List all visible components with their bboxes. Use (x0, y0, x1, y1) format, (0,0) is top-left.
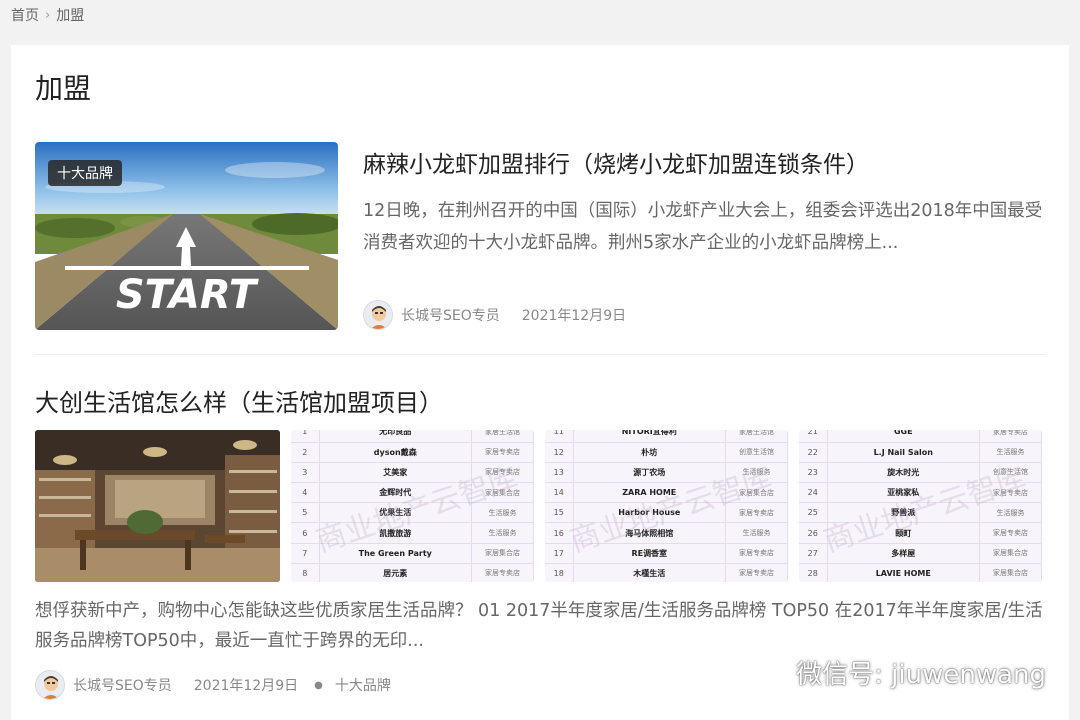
separator-dot: ● (314, 680, 323, 691)
table-row: 17RE调香室家居专卖店 (545, 543, 788, 563)
table-row: 24亚桃家私家居专卖店 (799, 483, 1042, 503)
start-road-text: START (116, 272, 259, 318)
brand-ranking-table-3: 21GGE家居专卖店 22L.J Nail Salon生活服务 23旋木时光创意… (799, 430, 1042, 582)
author-name[interactable]: 长城号SEO专员 (73, 675, 172, 695)
table-row: 28LAVIE HOME家居集合店 (799, 563, 1042, 582)
breadcrumb-current: 加盟 (56, 5, 84, 25)
breadcrumb: 首页 › 加盟 (11, 5, 84, 25)
page-title: 加盟 (35, 67, 91, 107)
chevron-right-icon: › (45, 8, 50, 23)
author-avatar[interactable] (35, 670, 65, 700)
table-row: 26颐町家居专卖店 (799, 523, 1042, 543)
wechat-watermark: 微信号: jiuwenwang (748, 654, 1046, 691)
wechat-id-label: 微信号: jiuwenwang (796, 654, 1046, 691)
category-link[interactable]: 十大品牌 (335, 675, 391, 695)
article-1-meta: 长城号SEO专员 2021年12月9日 (363, 300, 626, 330)
table-row: 23旋木时光创意生活馆 (799, 462, 1042, 482)
table-row: 21GGE家居专卖店 (799, 430, 1042, 442)
brand-ranking-table-1: 1无印良品家居生活馆 2dyson戴森家居专卖店 3艾美家家居专卖店 4金辉时代… (291, 430, 534, 582)
store-interior-image (35, 430, 280, 582)
table-row: 1无印良品家居生活馆 (291, 430, 534, 442)
article-2-meta: 长城号SEO专员 2021年12月9日 ● 十大品牌 (35, 670, 391, 700)
table-row: 27多样屋家居集合店 (799, 543, 1042, 563)
table-row: 2dyson戴森家居专卖店 (291, 442, 534, 462)
table-row: 18木槿生活家居专卖店 (545, 563, 788, 582)
article-2-image-row[interactable]: 1无印良品家居生活馆 2dyson戴森家居专卖店 3艾美家家居专卖店 4金辉时代… (35, 430, 1045, 582)
table-row: 11NITORI宜得利家居生活馆 (545, 430, 788, 442)
content-card: 加盟 (11, 45, 1069, 720)
article-2-title-link[interactable]: 大创生活馆怎么样（生活馆加盟项目） (35, 383, 443, 418)
table-row: 6凯撒旅游生活服务 (291, 523, 534, 543)
table-row: 13源丁农场生活服务 (545, 462, 788, 482)
wechat-icon (748, 658, 788, 688)
avatar-icon (36, 671, 65, 700)
author-avatar[interactable] (363, 300, 393, 330)
table-row: 25野兽派生活服务 (799, 503, 1042, 523)
article-1-title-link[interactable]: 麻辣小龙虾加盟排行（烧烤小龙虾加盟连锁条件） (363, 145, 869, 179)
table-row: 12朴坊创意生活馆 (545, 442, 788, 462)
publish-date: 2021年12月9日 (522, 305, 626, 325)
article-1-thumbnail[interactable]: START 十大品牌 (35, 142, 338, 330)
table-row: 7The Green Party家居集合店 (291, 543, 534, 563)
divider (35, 354, 1045, 355)
brand-ranking-table-2: 11NITORI宜得利家居生活馆 12朴坊创意生活馆 13源丁农场生活服务 14… (545, 430, 788, 582)
author-name[interactable]: 长城号SEO专员 (401, 305, 500, 325)
category-tag[interactable]: 十大品牌 (48, 160, 122, 186)
table-row: 16海马体照相馆生活服务 (545, 523, 788, 543)
table-row: 5优果生活生活服务 (291, 503, 534, 523)
article-1-excerpt: 12日晚，在荆州召开的中国（国际）小龙虾产业大会上，组委会评选出2018年中国最… (363, 195, 1053, 259)
table-row: 15Harbor House家居专卖店 (545, 503, 788, 523)
avatar-icon (364, 301, 393, 330)
table-row: 8居元素家居专卖店 (291, 563, 534, 582)
table-row: 14ZARA HOME家居集合店 (545, 483, 788, 503)
publish-date: 2021年12月9日 (194, 675, 298, 695)
table-row: 3艾美家家居专卖店 (291, 462, 534, 482)
article-2-excerpt: 想俘获新中产，购物中心怎能缺这些优质家居生活品牌？ 01 2017半年度家居/生… (35, 596, 1045, 656)
table-row: 4金辉时代家居集合店 (291, 483, 534, 503)
breadcrumb-home-link[interactable]: 首页 (11, 5, 39, 25)
table-row: 22L.J Nail Salon生活服务 (799, 442, 1042, 462)
